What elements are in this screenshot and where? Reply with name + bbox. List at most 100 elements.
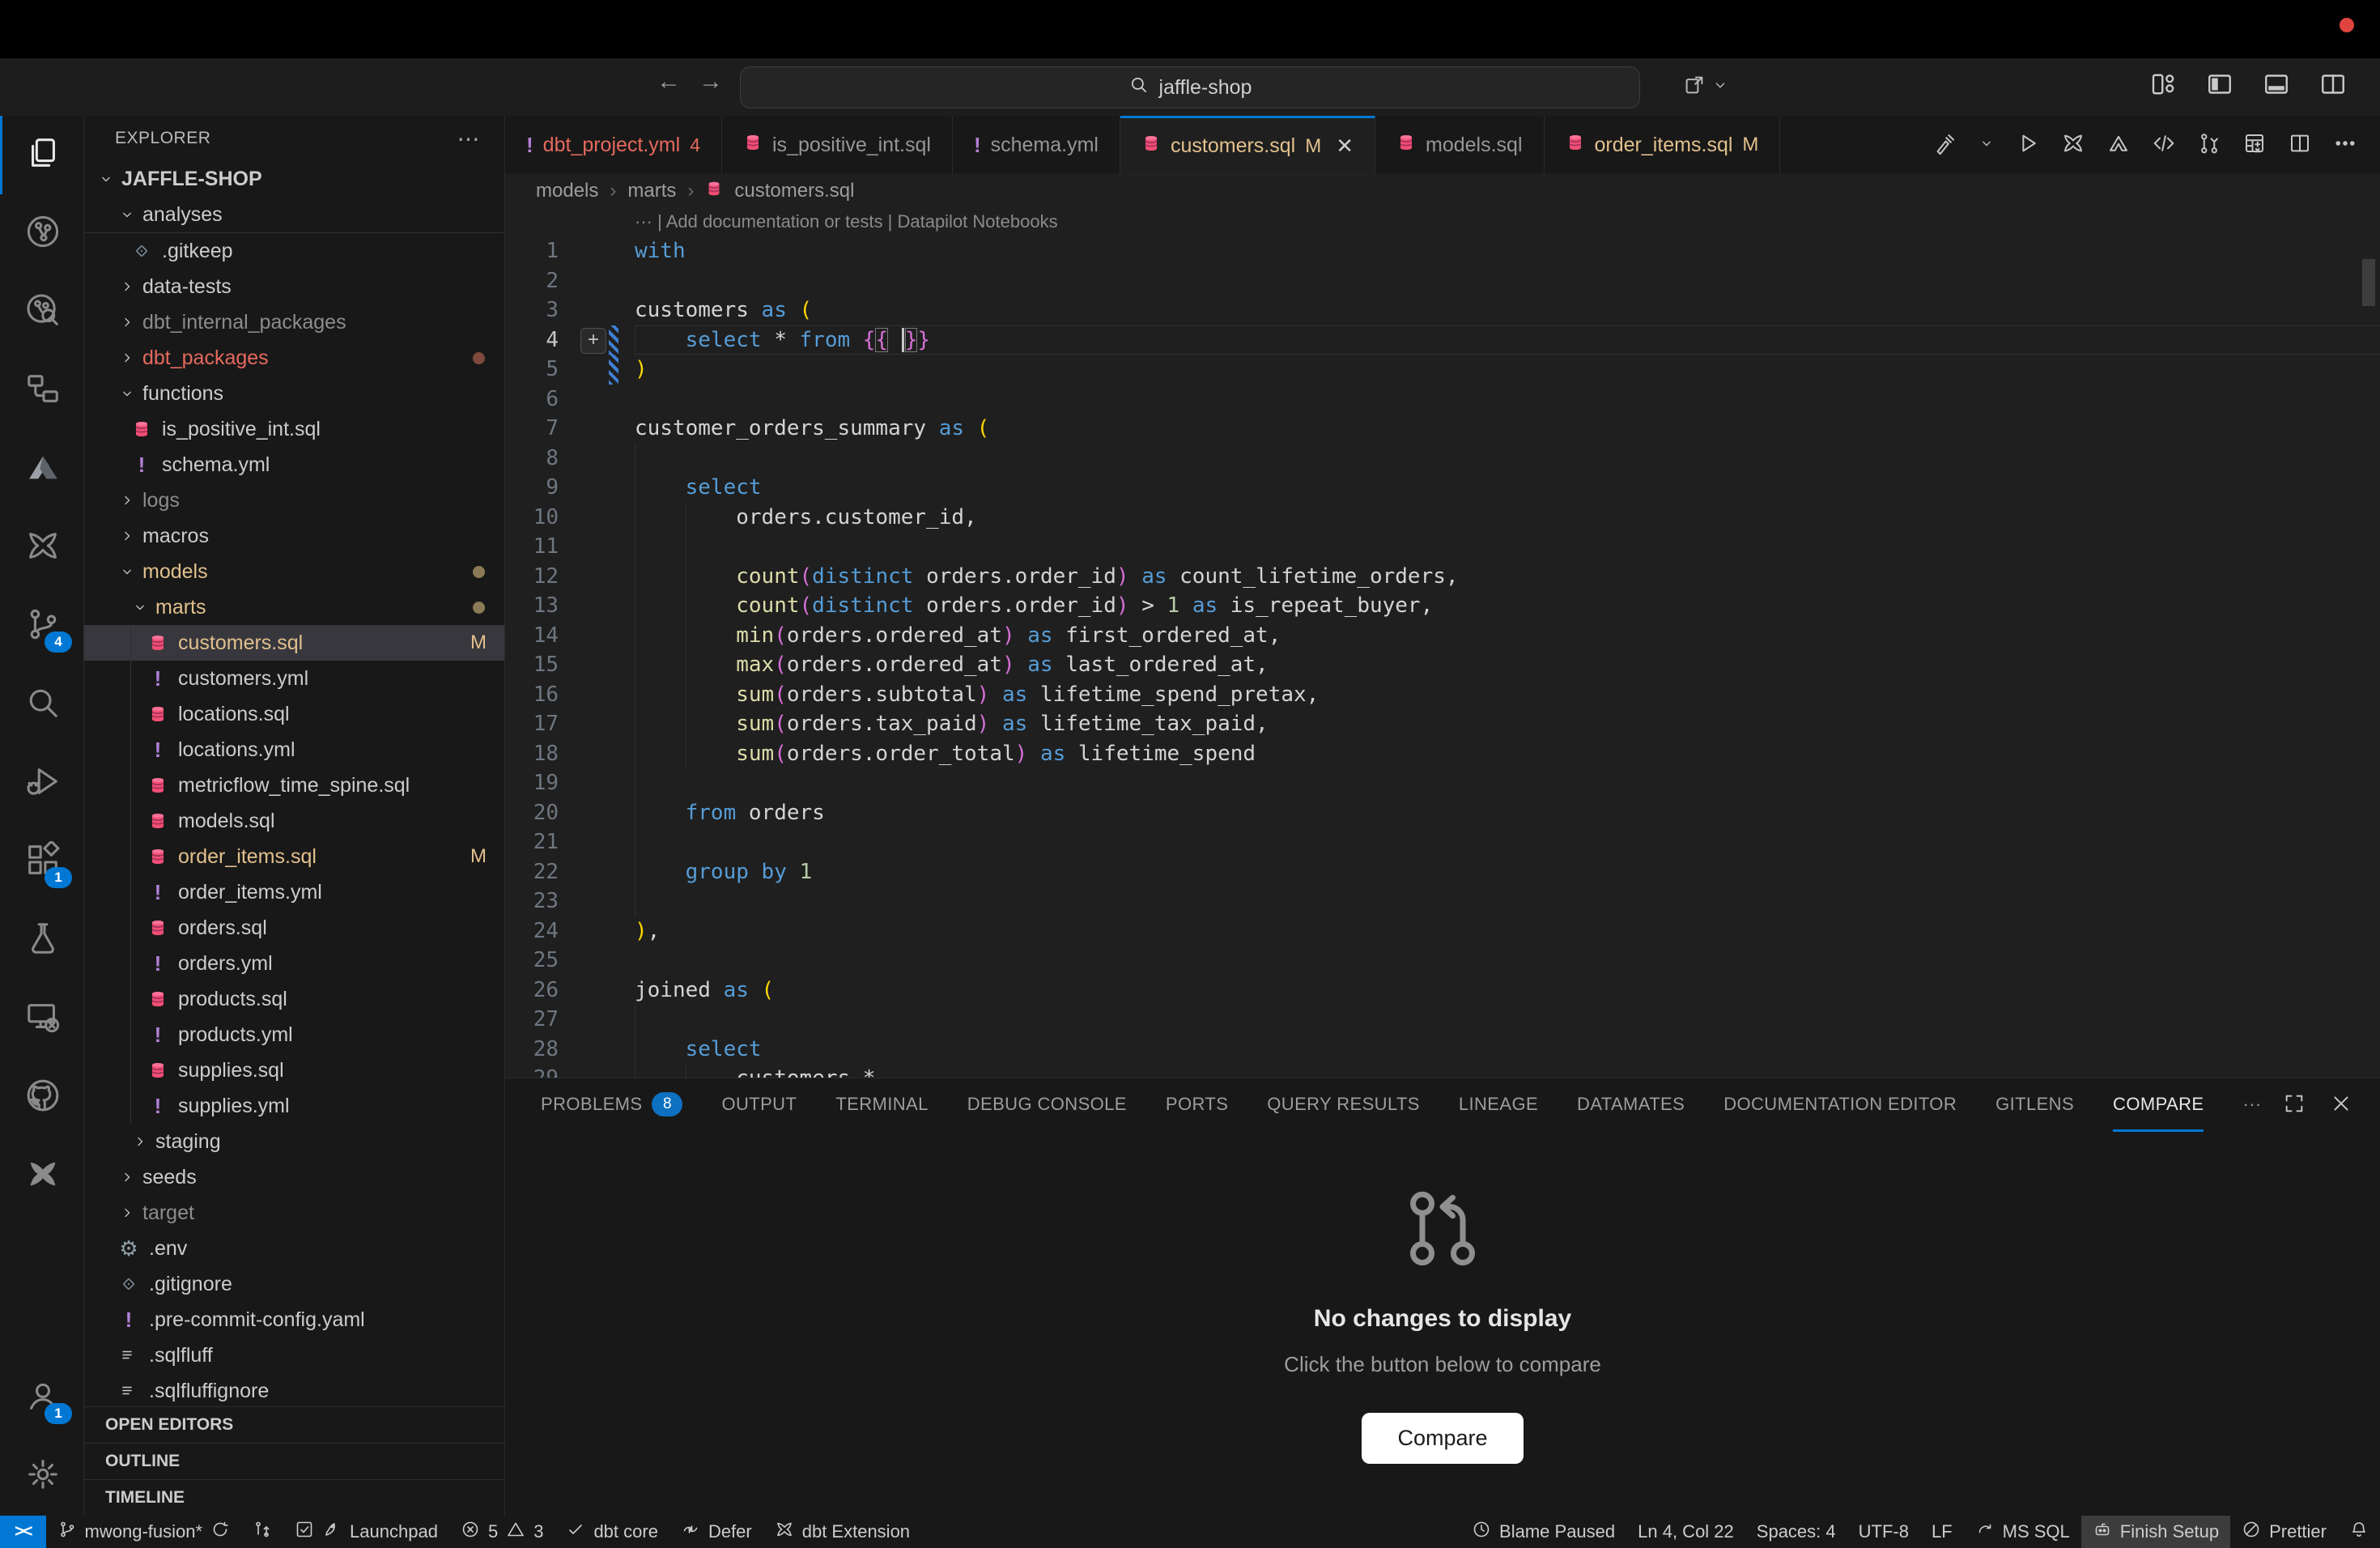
activity-dbt-power-user[interactable] <box>0 508 83 587</box>
activity-dbt-query[interactable] <box>0 273 83 351</box>
code-text[interactable]: customers.*, <box>635 1064 2380 1078</box>
tree-item-sqlfluff[interactable]: .sqlfluff <box>84 1337 504 1373</box>
history-forward-button[interactable]: → <box>690 68 732 96</box>
status-problems[interactable]: 53 <box>449 1516 555 1548</box>
code-line-14[interactable]: 14 min(orders.ordered_at) as first_order… <box>505 621 2380 651</box>
share-button[interactable] <box>1682 73 1729 101</box>
status-indentation[interactable]: Spaces: 4 <box>1745 1516 1847 1548</box>
panel-tab-[interactable]: ··· <box>2242 1078 2261 1132</box>
compiled-code-icon[interactable] <box>2152 131 2176 159</box>
activity-extensions[interactable]: 1 <box>0 823 83 901</box>
code-line-11[interactable]: 11 <box>505 532 2380 562</box>
status-git-compare[interactable] <box>241 1516 283 1548</box>
panel-tab-documentation-editor[interactable]: DOCUMENTATION EDITOR <box>1723 1078 1957 1132</box>
codelens-actions[interactable]: ··· | Add documentation or tests | Datap… <box>505 207 2380 236</box>
tree-item-is-positive-int-sql[interactable]: is_positive_int.sql <box>84 411 504 447</box>
more-actions-icon[interactable] <box>2333 131 2357 159</box>
activity-accounts[interactable]: 1 <box>0 1359 83 1437</box>
code-text[interactable]: customers as ( <box>635 296 2380 325</box>
breadcrumb[interactable]: models›marts›customers.sql <box>505 175 2380 207</box>
tree-item-staging[interactable]: staging <box>84 1124 504 1159</box>
tab-order-items-sql[interactable]: order_items.sqlM <box>1545 116 1781 174</box>
section-outline[interactable]: OUTLINE <box>84 1443 504 1479</box>
code-text[interactable] <box>635 385 2380 415</box>
code-line-22[interactable]: 22 group by 1 <box>505 857 2380 887</box>
customize-layout-icon[interactable] <box>2148 70 2178 103</box>
code-text[interactable] <box>635 1005 2380 1035</box>
tree-item-seeds[interactable]: seeds <box>84 1159 504 1195</box>
breadcrumb-item-customers-sql[interactable]: customers.sql <box>734 180 854 202</box>
code-line-23[interactable]: 23 <box>505 887 2380 916</box>
panel-tab-query-results[interactable]: QUERY RESULTS <box>1267 1078 1420 1132</box>
tree-item-analyses[interactable]: analyses <box>84 197 504 233</box>
activity-dbt-circle[interactable] <box>0 194 83 273</box>
tree-item-jaffle-shop[interactable]: JAFFLE-SHOP <box>84 161 504 197</box>
code-text[interactable]: joined as ( <box>635 976 2380 1006</box>
tree-item-products-sql[interactable]: products.sql <box>84 981 504 1017</box>
tree-item-order-items-sql[interactable]: order_items.sqlM <box>84 839 504 874</box>
activity-search[interactable] <box>0 666 83 744</box>
explorer-more-actions[interactable]: ⋯ <box>457 125 481 152</box>
tree-item-products-yml[interactable]: !products.yml <box>84 1017 504 1053</box>
tree-item-customers-yml[interactable]: !customers.yml <box>84 661 504 696</box>
close-panel-icon[interactable] <box>2330 1092 2352 1119</box>
code-line-15[interactable]: 15 max(orders.ordered_at) as last_ordere… <box>505 650 2380 680</box>
code-line-17[interactable]: 17 sum(orders.tax_paid) as lifetime_tax_… <box>505 709 2380 739</box>
panel-tab-ports[interactable]: PORTS <box>1166 1078 1228 1132</box>
panel-tab-datamates[interactable]: DATAMATES <box>1577 1078 1685 1132</box>
tab-customers-sql[interactable]: customers.sqlM✕ <box>1120 116 1375 174</box>
activity-settings[interactable] <box>0 1437 83 1516</box>
code-text[interactable]: sum(orders.tax_paid) as lifetime_tax_pai… <box>635 709 2380 739</box>
datapilot-icon[interactable] <box>2106 131 2131 159</box>
tab-schema-yml[interactable]: !schema.yml <box>953 116 1120 174</box>
compare-button[interactable]: Compare <box>1362 1413 1523 1464</box>
code-text[interactable]: with <box>635 236 2380 266</box>
code-text[interactable]: ) <box>635 355 2380 385</box>
code-text[interactable] <box>635 444 2380 474</box>
command-center-search[interactable]: jaffle-shop <box>740 66 1640 108</box>
tree-item-customers-sql[interactable]: customers.sqlM <box>84 625 504 661</box>
code-text[interactable]: customer_orders_summary as ( <box>635 414 2380 444</box>
code-line-12[interactable]: 12 count(distinct orders.order_id) as co… <box>505 562 2380 592</box>
code-line-20[interactable]: 20 from orders <box>505 798 2380 828</box>
activity-source-control[interactable]: 4 <box>0 587 83 666</box>
history-back-button[interactable]: ← <box>648 68 690 96</box>
toggle-panel-icon[interactable] <box>2262 70 2291 103</box>
code-line-5[interactable]: 5) <box>505 355 2380 385</box>
panel-tab-gitlens[interactable]: GITLENS <box>1995 1078 2074 1132</box>
tree-item-locations-yml[interactable]: !locations.yml <box>84 732 504 768</box>
activity-remote-explorer[interactable] <box>0 980 83 1058</box>
section-timeline[interactable]: TIMELINE <box>84 1479 504 1516</box>
code-text[interactable] <box>635 827 2380 857</box>
code-line-3[interactable]: 3customers as ( <box>505 296 2380 325</box>
panel-tab-output[interactable]: OUTPUT <box>721 1078 797 1132</box>
activity-flow[interactable] <box>0 351 83 430</box>
code-text[interactable]: count(distinct orders.order_id) as count… <box>635 562 2380 592</box>
status-remote[interactable]: >< <box>0 1516 46 1548</box>
tree-item-models[interactable]: models <box>84 554 504 589</box>
tree-item-pre-commit-config-yaml[interactable]: !.pre-commit-config.yaml <box>84 1302 504 1337</box>
activity-datapilot[interactable] <box>0 430 83 508</box>
tab-is-positive-int-sql[interactable]: is_positive_int.sql <box>722 116 953 174</box>
code-text[interactable]: group by 1 <box>635 857 2380 887</box>
code-line-8[interactable]: 8 <box>505 444 2380 474</box>
code-text[interactable] <box>635 266 2380 296</box>
activity-testing[interactable] <box>0 901 83 980</box>
code-line-16[interactable]: 16 sum(orders.subtotal) as lifetime_spen… <box>505 680 2380 710</box>
query-results-icon[interactable] <box>2242 131 2267 159</box>
code-text[interactable] <box>635 887 2380 916</box>
code-text[interactable]: select <box>635 473 2380 503</box>
panel-tab-compare[interactable]: COMPARE <box>2113 1078 2204 1132</box>
maximize-panel-icon[interactable] <box>2283 1092 2306 1119</box>
add-line-action-icon[interactable]: + <box>580 328 606 354</box>
tab-dbt-project-yml[interactable]: !dbt_project.yml4 <box>505 116 722 174</box>
code-line-4[interactable]: 4+ select * from {{ }} <box>505 325 2380 355</box>
tree-item-target[interactable]: target <box>84 1195 504 1231</box>
code-line-25[interactable]: 25 <box>505 946 2380 976</box>
tree-item-supplies-sql[interactable]: supplies.sql <box>84 1053 504 1088</box>
status-encoding[interactable]: UTF-8 <box>1847 1516 1920 1548</box>
activity-run-debug[interactable] <box>0 744 83 823</box>
dbt-power-user-icon[interactable] <box>2061 131 2085 159</box>
code-text[interactable]: orders.customer_id, <box>635 503 2380 533</box>
tree-item-functions[interactable]: functions <box>84 376 504 411</box>
